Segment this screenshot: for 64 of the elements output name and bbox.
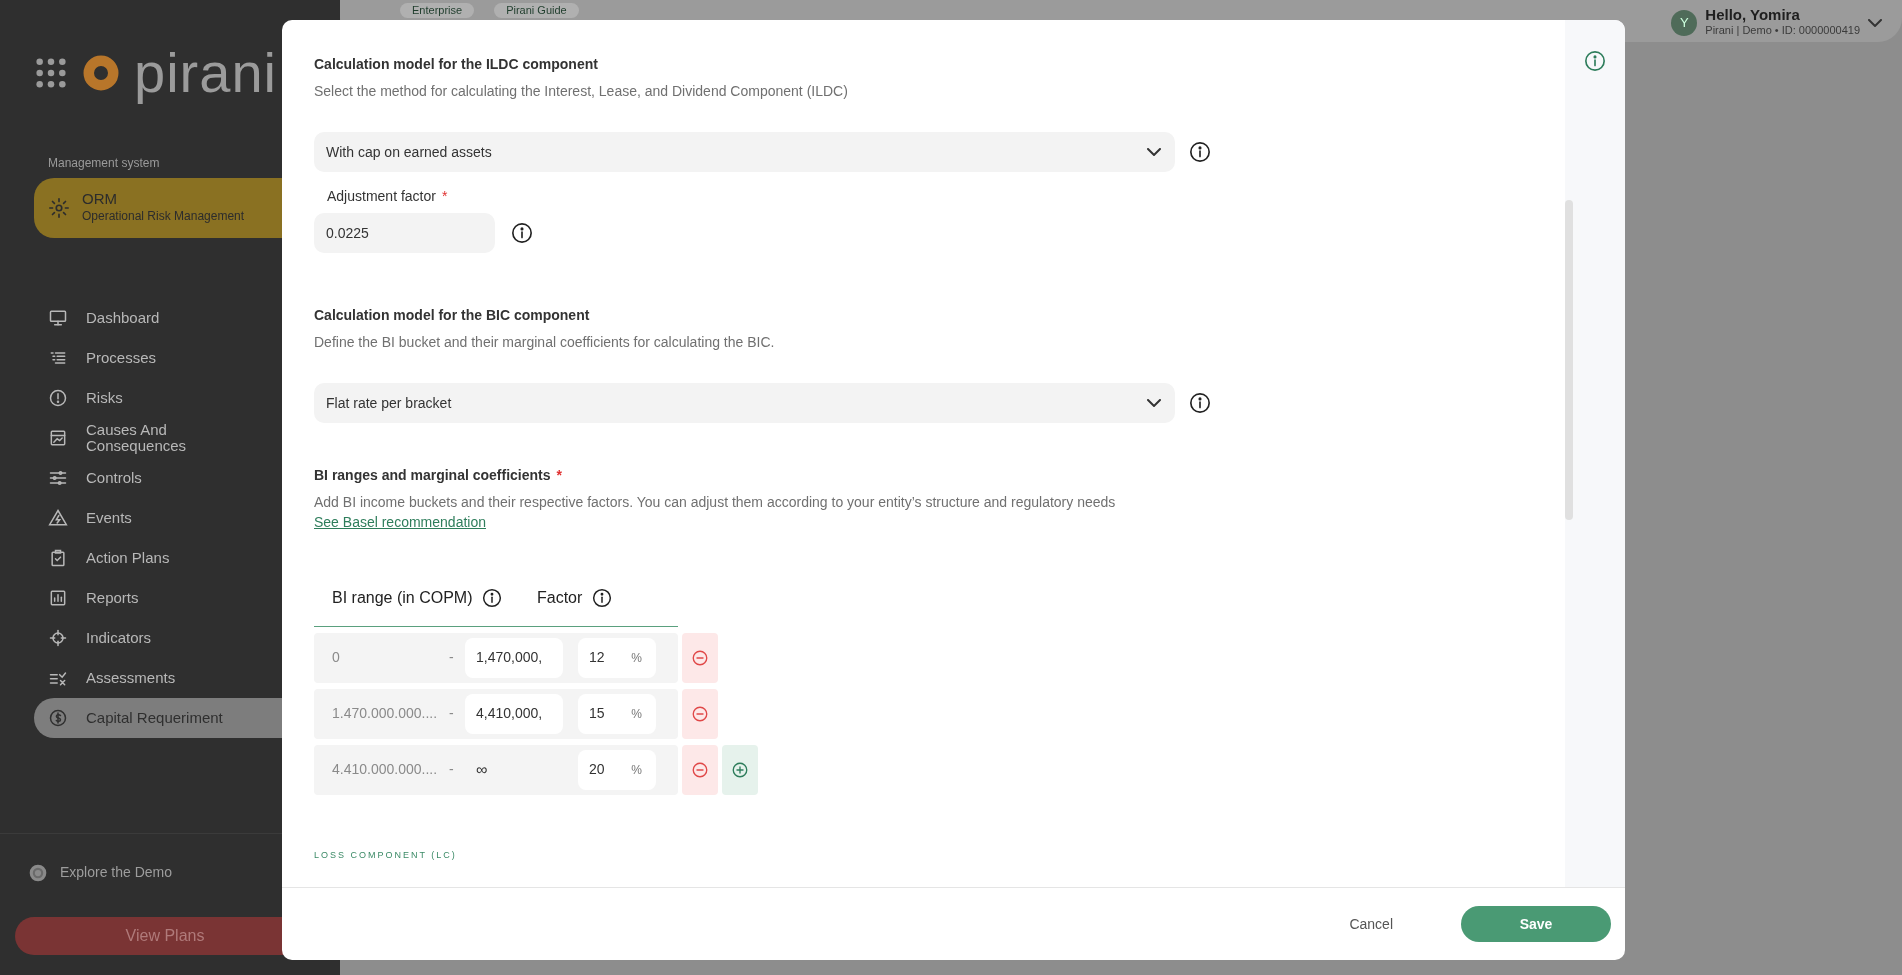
avatar: Y bbox=[1671, 9, 1698, 36]
required-mark: * bbox=[441, 188, 448, 204]
explore-link[interactable]: Explore the Demo bbox=[28, 862, 340, 883]
alert-circle-icon bbox=[48, 388, 68, 408]
range-separator: - bbox=[449, 704, 455, 724]
minus-circle-icon bbox=[691, 704, 709, 723]
section-heading: LOSS COMPONENT (LC) bbox=[314, 848, 458, 862]
chevron-down-icon bbox=[1868, 18, 1882, 27]
info-icon bbox=[1189, 392, 1211, 414]
section-description: Select the method for calculating the Interest, Lease, and Dividend Component (ILDC) bbox=[314, 82, 849, 101]
range-to-field[interactable]: 1,470,000, bbox=[465, 637, 563, 678]
bar-chart-icon bbox=[48, 588, 68, 608]
scrollbar[interactable] bbox=[1565, 200, 1573, 520]
select-field[interactable]: With cap on earned assets bbox=[314, 132, 1175, 172]
select-field[interactable]: Flat rate per bracket bbox=[314, 383, 1175, 423]
header-tab[interactable]: Pirani Guide bbox=[494, 3, 579, 18]
basel-link[interactable]: See Basel recommendation bbox=[314, 514, 486, 531]
section-description: Define the BI bucket and their marginal coefficients for calculating the BIC. bbox=[314, 333, 776, 352]
add-row-button[interactable] bbox=[722, 744, 758, 795]
range-from: 0 bbox=[332, 648, 341, 668]
grid-menu-icon bbox=[34, 56, 68, 90]
plus-circle-icon bbox=[731, 760, 749, 779]
table-header: BI range (in COPM) Factor bbox=[314, 570, 678, 627]
adjustment-factor-field[interactable]: 0.0225 bbox=[314, 213, 495, 253]
required-mark: * bbox=[556, 467, 562, 483]
info-icon bbox=[482, 588, 503, 609]
range-separator: - bbox=[449, 648, 455, 668]
sliders-icon bbox=[48, 468, 68, 488]
section-label: Management system bbox=[48, 155, 161, 172]
chevron-down-icon bbox=[1147, 148, 1161, 156]
range-to-field[interactable]: 4,410,000, bbox=[465, 693, 563, 734]
circle-logo-icon bbox=[28, 862, 48, 883]
section-title: Calculation model for the ILDC component bbox=[314, 55, 599, 74]
section-description: Add BI income buckets and their respective factors. You can adjust them according to your entity’s structure and regulatory needs See Basel recommendation bbox=[314, 493, 1117, 533]
range-separator: - bbox=[449, 760, 455, 780]
remove-row-button[interactable] bbox=[682, 632, 718, 683]
monitor-icon bbox=[48, 308, 68, 328]
window-icon bbox=[48, 428, 68, 448]
range-from: 4.410.000.000.... bbox=[332, 760, 439, 780]
minus-circle-icon bbox=[691, 760, 709, 779]
clipboard-check-icon bbox=[48, 548, 68, 568]
remove-row-button[interactable] bbox=[682, 744, 718, 795]
system-description: Operational Risk Management bbox=[82, 208, 245, 226]
info-icon bbox=[592, 588, 613, 609]
info-icon bbox=[1584, 50, 1606, 72]
user-greeting: Hello, Yomira bbox=[1705, 6, 1801, 22]
range-to-value: ∞ bbox=[475, 759, 489, 780]
remove-row-button[interactable] bbox=[682, 688, 718, 739]
info-icon bbox=[1189, 141, 1211, 163]
section-title: Calculation model for the BIC component bbox=[314, 306, 591, 325]
cancel-button[interactable]: Cancel bbox=[1343, 912, 1399, 936]
info-icon bbox=[511, 222, 533, 244]
user-subtitle: Pirani | Demo • ID: 0000000419 bbox=[1705, 23, 1860, 38]
chevron-down-icon bbox=[1147, 399, 1161, 407]
factor-field[interactable]: 12 % bbox=[578, 637, 656, 678]
section-title: BI ranges and marginal coefficients * bbox=[314, 466, 563, 485]
dollar-circle-icon bbox=[48, 708, 68, 728]
header-tab[interactable]: Enterprise bbox=[400, 3, 475, 18]
system-name: ORM bbox=[82, 190, 118, 208]
warning-icon bbox=[48, 508, 68, 528]
minus-circle-icon bbox=[691, 648, 709, 667]
factor-field[interactable]: 20 % bbox=[578, 749, 656, 790]
crosshair-icon bbox=[48, 628, 68, 648]
factor-field[interactable]: 15 % bbox=[578, 693, 656, 734]
